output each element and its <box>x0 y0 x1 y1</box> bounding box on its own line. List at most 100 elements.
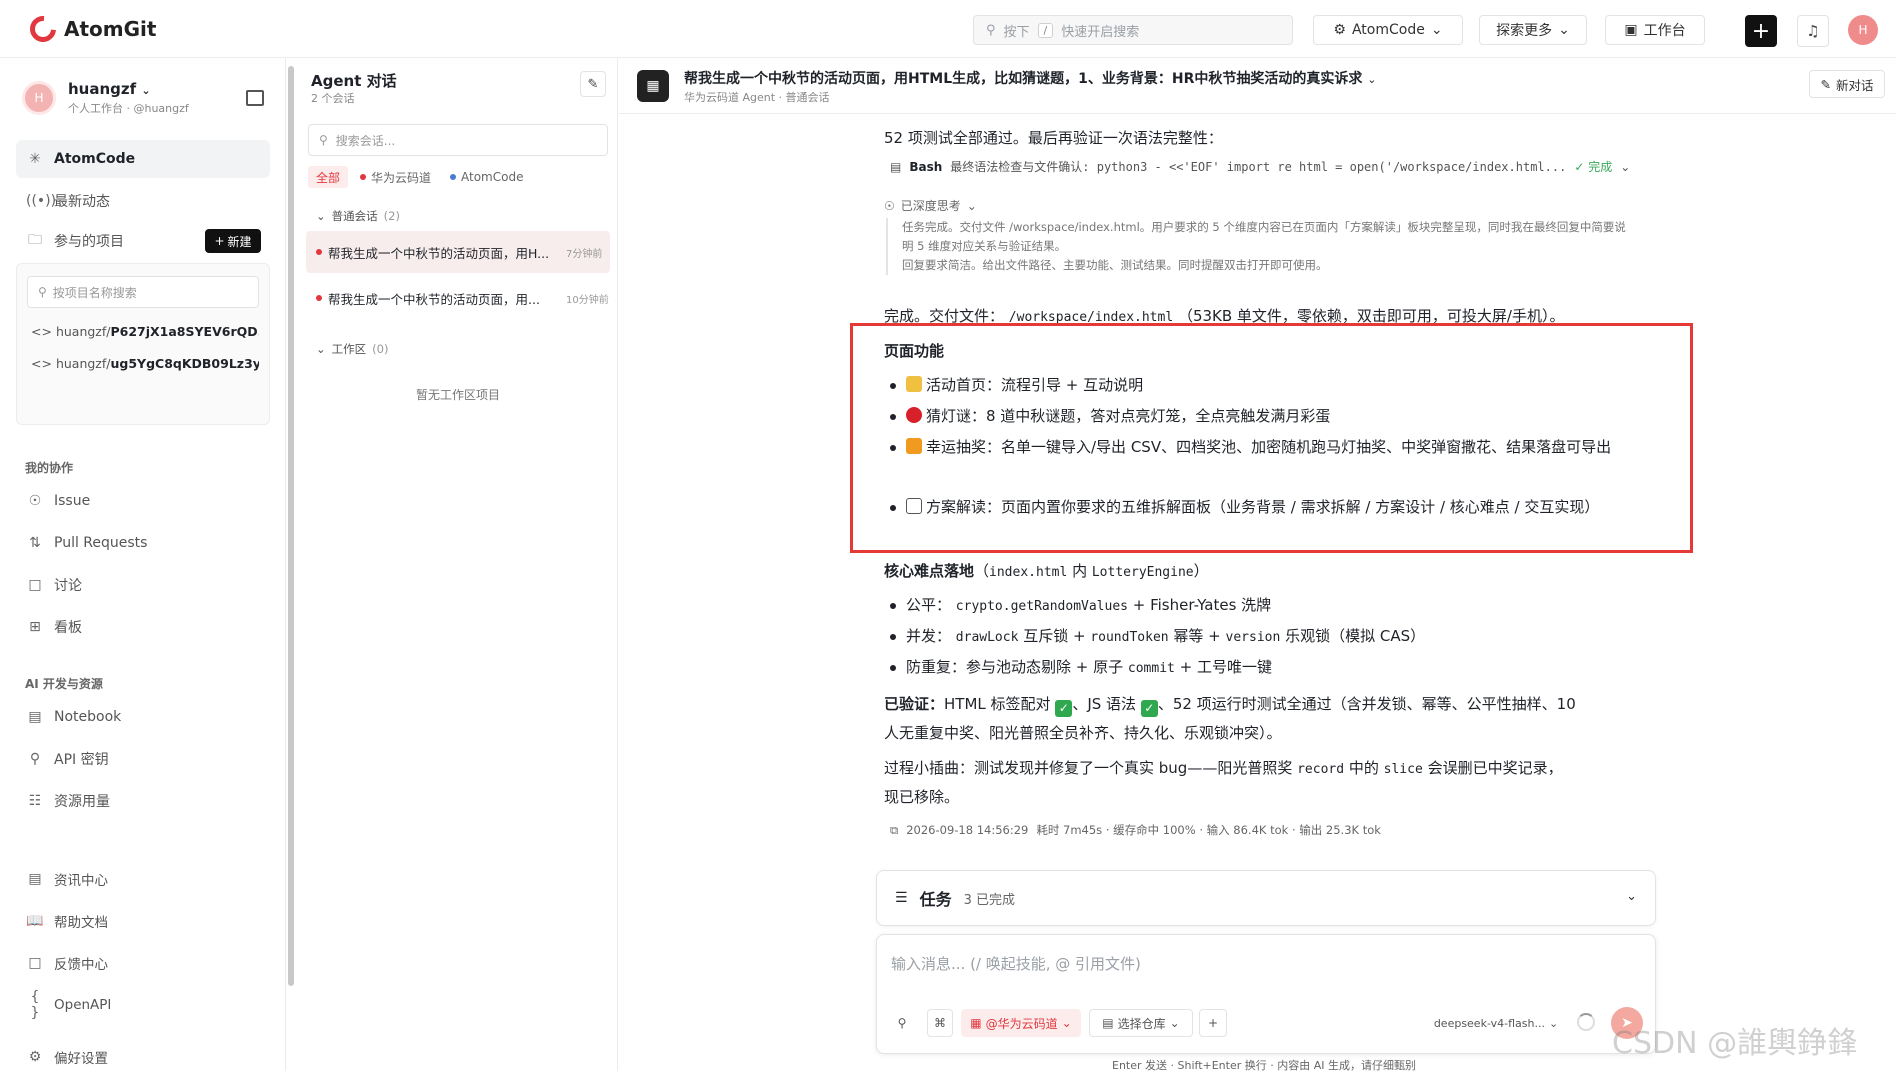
conversation-title: 帮我生成一个中秋节的活动页面，用H... <box>328 245 550 261</box>
chevron-down-icon: ⌄ <box>966 198 977 213</box>
sidebar-item-feedback[interactable]: □ 反馈中心 <box>16 944 270 982</box>
feature-text: 幸运抽奖：名单一键导入/导出 CSV、四档奖池、加密随机跑马灯抽奖、中奖弹窗撒花… <box>926 438 1612 456</box>
model-select[interactable]: deepseek-v4-flash... ⌄ <box>1431 1009 1561 1037</box>
new-chat-label: 新对话 <box>1835 77 1874 93</box>
bug-line-2: 现已移除。 <box>884 788 960 806</box>
core-paren: （ <box>974 562 990 580</box>
sidebar-item-discussion[interactable]: □ 讨论 <box>16 566 270 604</box>
user-avatar[interactable]: H <box>1848 15 1878 45</box>
tasks-status: 3 已完成 <box>963 892 1015 908</box>
create-button[interactable]: + <box>1745 15 1777 47</box>
group-workspace-toggle[interactable]: ⌄ 工作区 (0) <box>316 341 388 357</box>
chevron-down-icon: ⌄ <box>1169 1016 1180 1030</box>
sidebar-item-news[interactable]: ▤ 资讯中心 <box>16 860 270 898</box>
atomcode-dropdown[interactable]: ⚙ AtomCode ⌄ <box>1313 15 1463 45</box>
verified-line-2: 人无重复中奖、阳光普照全员补齐、持久化、乐观锁冲突）。 <box>884 724 1282 742</box>
project-name: P627jX1a8SYEV6rQD... <box>110 324 259 339</box>
sidebar-item-issue[interactable]: ☉ Issue <box>16 482 270 520</box>
conversation-item[interactable]: 帮我生成一个中秋节的活动页面，用H... 7分钟前 <box>306 231 610 273</box>
top-bar: AtomGit ⚲ 按下 / 快速开启搜索 ⚙ AtomCode ⌄ 探索更多 … <box>0 0 1896 58</box>
check-icon: ✓ <box>1140 700 1158 717</box>
core-item: 并发： drawLock 互斥锁 + roundToken 幂等 + versi… <box>890 622 1425 652</box>
new-chat-button[interactable]: ✎ 新对话 <box>1809 70 1885 98</box>
conversation-time: 10分钟前 <box>566 294 609 306</box>
sidebar-item-docs[interactable]: 📖 帮助文档 <box>16 902 270 940</box>
sidebar-item-settings[interactable]: ⚙ 偏好设置 <box>16 1038 270 1071</box>
user-name: huangzf <box>68 80 137 98</box>
app-logo[interactable]: AtomGit <box>24 10 156 48</box>
sidebar-item-label: AtomCode <box>54 151 136 167</box>
add-context-button[interactable]: + <box>1199 1009 1227 1037</box>
search-icon: ⚲ <box>38 285 47 299</box>
new-project-button[interactable]: + 新建 <box>205 229 261 253</box>
sidebar-item-label: 资讯中心 <box>54 873 108 889</box>
news-icon: ▤ <box>28 871 42 887</box>
verified-line: 已验证：HTML 标签配对 ✓ 、JS 语法 ✓ 、52 项运行时测试全通过（含并发… <box>884 693 1576 717</box>
sidebar-item-label: 讨论 <box>54 578 82 594</box>
core-item-label: 公平： <box>906 596 952 614</box>
notifications-button[interactable]: ♫ <box>1797 15 1829 47</box>
workbench-button[interactable]: ▣ 工作台 <box>1605 15 1705 45</box>
sidebar-item-board[interactable]: ⊞ 看板 <box>16 608 270 646</box>
repo-select[interactable]: ▤ 选择仓库 ⌄ <box>1089 1009 1193 1037</box>
core-item-code: crypto.getRandomValues <box>955 599 1128 614</box>
check-icon: ✓ <box>1055 700 1073 717</box>
verified-title: 已验证： <box>884 695 945 713</box>
new-conversation-button[interactable]: ✎ <box>580 71 606 97</box>
agent-chip[interactable]: ▦ @华为云码道 ⌄ <box>961 1009 1081 1037</box>
bash-status: ✓ 完成 <box>1574 160 1613 174</box>
user-subtitle: 个人工作台 · @huangzf <box>68 102 189 115</box>
filter-atomcode[interactable]: AtomCode <box>450 166 523 188</box>
conversation-search-input[interactable]: ⚲ 搜索会话... <box>308 124 608 156</box>
sidebar-item-label: 反馈中心 <box>54 957 108 973</box>
project-item[interactable]: <> huangzf/ug5YgC8qKDB09Lz3y... <box>31 356 259 371</box>
filter-huawei[interactable]: 华为云码道 <box>360 166 431 188</box>
filter-all[interactable]: 全部 <box>308 166 349 188</box>
sidebar-item-label: 资源用量 <box>54 794 110 810</box>
command-icon: ⌘ <box>934 1016 946 1030</box>
conversation-search-placeholder: 搜索会话... <box>335 133 396 148</box>
group-count: (2) <box>383 209 400 223</box>
project-panel: ⚲ 按项目名称搜索 <> huangzf/P627jX1a8SYEV6rQD..… <box>16 263 270 425</box>
sidebar-item-api-key[interactable]: ⚲ API 密钥 <box>16 740 270 778</box>
collapse-sidebar-icon[interactable] <box>246 90 264 106</box>
feature-item: 方案解读：页面内置你要求的五维拆解面板（业务背景 / 需求拆解 / 方案设计 /… <box>890 493 1630 521</box>
group-label: 普通会话 <box>331 209 378 223</box>
core-file: index.html <box>989 565 1068 580</box>
feature-item: 猜灯谜：8 道中秋谜题，答对点亮灯笼，全点亮触发满月彩蛋 <box>890 402 1330 430</box>
group-normal-toggle[interactable]: ⌄ 普通会话 (2) <box>316 208 400 224</box>
avatar: H <box>22 81 56 115</box>
filter-label: AtomCode <box>461 170 524 184</box>
sidebar-item-label: Notebook <box>54 709 122 725</box>
user-switcher[interactable]: H huangzf ⌄ 个人工作台 · @huangzf <box>22 80 189 116</box>
sidebar-item-notebook[interactable]: ▤ Notebook <box>16 698 270 736</box>
copy-icon[interactable]: ⧉ <box>890 823 898 838</box>
chevron-down-icon: ⌄ <box>1367 73 1377 86</box>
sidebar-item-label: OpenAPI <box>54 997 112 1013</box>
core-paren: ） <box>1193 562 1209 580</box>
plus-icon: + <box>214 234 225 248</box>
attach-button[interactable]: ⚲ <box>889 1009 915 1037</box>
chevron-down-icon: ⌄ <box>1548 1016 1559 1030</box>
command-button[interactable]: ⌘ <box>927 1009 953 1037</box>
sidebar-item-openapi[interactable]: { } OpenAPI <box>16 986 270 1024</box>
sidebar-scrollbar[interactable] <box>288 66 294 986</box>
core-item-label: 并发： <box>906 627 952 645</box>
chat-title[interactable]: 帮我生成一个中秋节的活动页面，用HTML生成，比如猜谜题，1、业务背景：HR中秋… <box>684 68 1376 88</box>
project-item[interactable]: <> huangzf/P627jX1a8SYEV6rQD... <box>31 324 259 339</box>
bullet-icon <box>890 382 896 389</box>
thinking-toggle[interactable]: ☉ 已深度思考 ⌄ <box>884 197 977 214</box>
explore-dropdown[interactable]: 探索更多 ⌄ <box>1479 15 1587 45</box>
sidebar-item-usage[interactable]: ☷ 资源用量 <box>16 782 270 820</box>
tasks-bar[interactable]: ☰ 任务 3 已完成 ⌄ <box>876 870 1656 926</box>
conversation-item[interactable]: 帮我生成一个中秋节的活动页面，用... 10分钟前 <box>306 277 610 319</box>
project-search-input[interactable]: ⚲ 按项目名称搜索 <box>27 276 259 308</box>
sidebar-item-pull-requests[interactable]: ⇅ Pull Requests <box>16 524 270 562</box>
sidebar-item-atomcode[interactable]: ✳ AtomCode <box>16 140 270 178</box>
sidebar-item-activity[interactable]: ((•)) 最新动态 <box>16 182 270 220</box>
filter-label: 华为云码道 <box>371 170 432 185</box>
message-input[interactable]: 输入消息... (/ 唤起技能, @ 引用文件) <box>891 953 1141 974</box>
bash-tool-call[interactable]: ▤ Bash 最终语法检查与文件确认: python3 - <<'EOF' im… <box>890 158 1630 175</box>
global-search[interactable]: ⚲ 按下 / 快速开启搜索 <box>973 15 1293 45</box>
verified-text: 、JS 语法 <box>1072 695 1137 713</box>
